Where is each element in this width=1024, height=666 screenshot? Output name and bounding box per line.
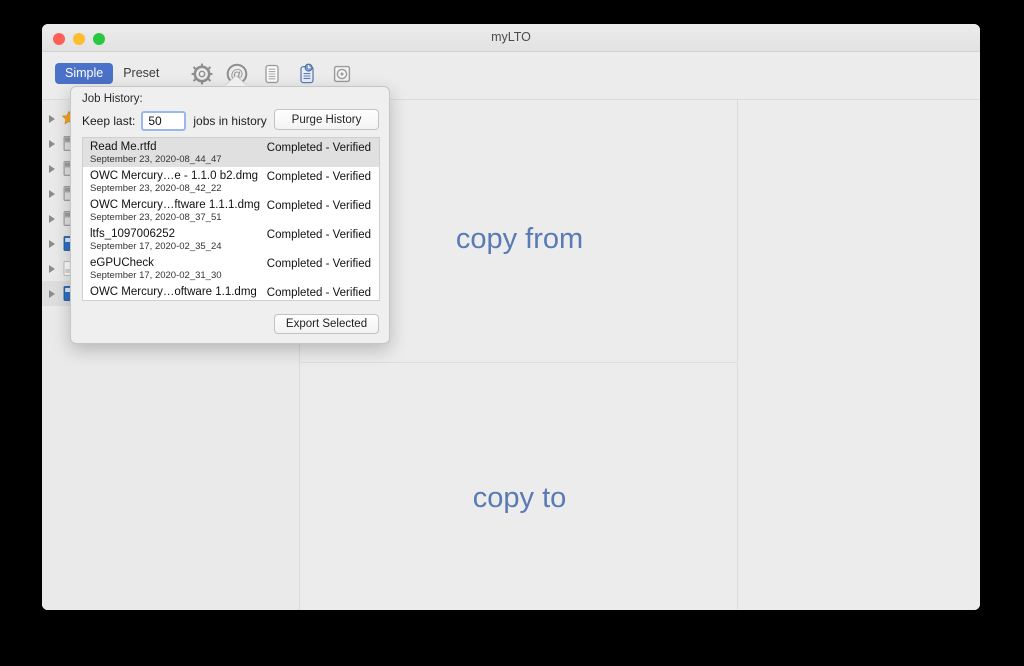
history-row-status: Completed - Verified xyxy=(266,258,371,270)
disc-settings-icon[interactable] xyxy=(328,60,355,87)
job-history-icon[interactable] xyxy=(293,60,320,87)
copy-to-dropzone-label[interactable]: copy to xyxy=(301,482,738,515)
disclosure-triangle-icon[interactable] xyxy=(49,239,55,248)
keep-last-suffix: jobs in history xyxy=(193,114,267,128)
toolbar-icon-row: @ xyxy=(188,60,355,87)
history-row-status: Completed - Verified xyxy=(266,171,371,183)
disclosure-triangle-icon[interactable] xyxy=(49,164,55,173)
popover-title: Job History: xyxy=(82,93,143,105)
drop-zone-divider xyxy=(301,362,738,363)
history-row[interactable]: Read Me.rtfd September 23, 2020-08_44_47… xyxy=(83,138,379,167)
history-row[interactable]: eGPUCheck September 17, 2020-02_31_30 Co… xyxy=(83,254,379,283)
segment-simple[interactable]: Simple xyxy=(55,63,114,84)
document-list-icon[interactable] xyxy=(258,60,285,87)
disclosure-triangle-icon[interactable] xyxy=(49,214,55,223)
right-panel-divider xyxy=(737,100,738,610)
app-window: myLTO Simple Preset @ Job Identifier cop… xyxy=(42,24,980,610)
job-history-popover: Job History: Keep last: jobs in history … xyxy=(70,86,390,344)
mode-segmented-control: Simple Preset xyxy=(55,63,169,84)
history-row-date: September 23, 2020-08_42_22 xyxy=(90,183,222,194)
history-row-status: Completed - Verified xyxy=(266,287,371,299)
history-row[interactable]: OWC Mercury…oftware 1.1.dmg September 17… xyxy=(83,283,379,300)
disclosure-triangle-icon[interactable] xyxy=(49,139,55,148)
history-row-date: September 17, 2020-02_35_24 xyxy=(90,241,222,252)
history-row-date: September 23, 2020-08_37_51 xyxy=(90,212,222,223)
history-row[interactable]: OWC Mercury…ftware 1.1.1.dmg September 2… xyxy=(83,196,379,225)
purge-history-button[interactable]: Purge History xyxy=(274,109,379,130)
export-selected-button[interactable]: Export Selected xyxy=(274,314,379,334)
segment-preset[interactable]: Preset xyxy=(113,63,169,84)
keep-last-row: Keep last: jobs in history xyxy=(82,111,267,131)
history-row-date: September 17, 2020-02_31_30 xyxy=(90,270,222,281)
history-row-status: Completed - Verified xyxy=(266,200,371,212)
history-row[interactable]: ltfs_1097006252 September 17, 2020-02_35… xyxy=(83,225,379,254)
gear-icon[interactable] xyxy=(188,60,215,87)
history-row[interactable]: OWC Mercury…e - 1.1.0 b2.dmg September 2… xyxy=(83,167,379,196)
title-bar: myLTO xyxy=(42,24,980,52)
job-history-list[interactable]: Read Me.rtfd September 23, 2020-08_44_47… xyxy=(82,137,380,301)
history-row-status: Completed - Verified xyxy=(266,229,371,241)
window-title: myLTO xyxy=(491,30,531,44)
history-row-date: September 17, 2020-01_32_23 xyxy=(90,299,371,300)
popover-arrow xyxy=(225,76,247,86)
disclosure-triangle-icon[interactable] xyxy=(49,264,55,273)
keep-last-label: Keep last: xyxy=(82,114,136,128)
disclosure-triangle-icon[interactable] xyxy=(49,289,55,298)
history-row-status: Completed - Verified xyxy=(266,142,371,154)
keep-last-input[interactable] xyxy=(141,111,187,131)
disclosure-triangle-icon[interactable] xyxy=(49,114,55,123)
history-row-date: September 23, 2020-08_44_47 xyxy=(90,154,222,165)
disclosure-triangle-icon[interactable] xyxy=(49,189,55,198)
